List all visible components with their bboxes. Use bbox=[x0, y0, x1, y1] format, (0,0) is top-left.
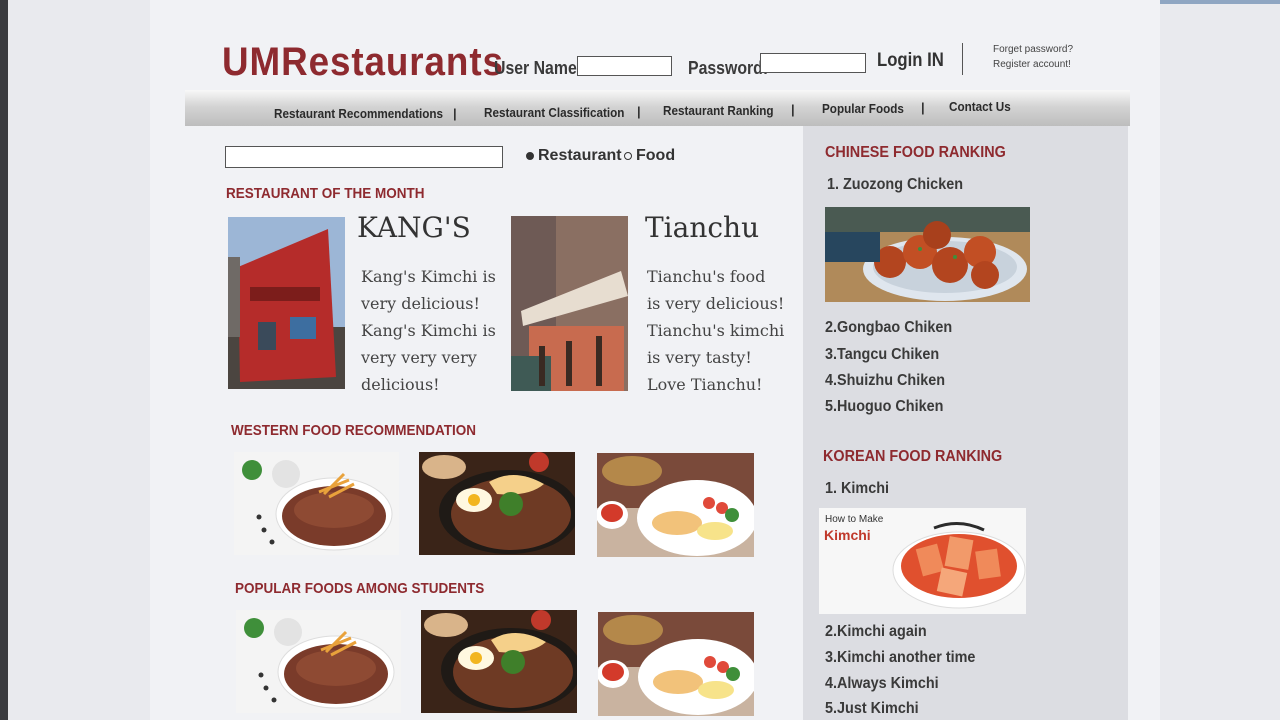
forget-password-link[interactable]: Forget password? bbox=[993, 44, 1073, 55]
radio-restaurant-label: Restaurant bbox=[538, 147, 622, 164]
korean-rank-item[interactable]: 2.Kimchi again bbox=[825, 623, 927, 641]
header-divider bbox=[962, 43, 963, 75]
popular-foods-title: POPULAR FOODS AMONG STUDENTS bbox=[235, 580, 485, 597]
radio-selected-icon[interactable] bbox=[526, 152, 534, 160]
username-label: User Name: bbox=[494, 58, 583, 78]
radio-restaurant[interactable]: Restaurant bbox=[526, 147, 622, 165]
korean-rank-item[interactable]: 3.Kimchi another time bbox=[825, 649, 975, 667]
restaurant-desc-kangs: Kang's Kimchi is very delicious! Kang's … bbox=[361, 263, 496, 398]
nav-restaurant-ranking[interactable]: Restaurant Ranking bbox=[663, 103, 774, 118]
restaurant-name-tianchu[interactable]: Tianchu bbox=[645, 211, 759, 244]
restaurant-of-month-title: RESTAURANT OF THE MONTH bbox=[226, 185, 425, 202]
tianchu-photo[interactable] bbox=[511, 216, 628, 391]
western-food-steak-photo[interactable] bbox=[234, 452, 399, 555]
korean-rank-item[interactable]: 4.Always Kimchi bbox=[825, 675, 939, 693]
chinese-rank-item[interactable]: 3.Tangcu Chiken bbox=[825, 346, 939, 364]
desc-line: is very tasty! bbox=[647, 348, 752, 367]
radio-food-label: Food bbox=[636, 147, 676, 164]
restaurant-name-kangs[interactable]: KANG'S bbox=[357, 211, 471, 244]
nav-restaurant-classification[interactable]: Restaurant Classification bbox=[484, 105, 624, 120]
chinese-rank-item[interactable]: 2.Gongbao Chiken bbox=[825, 319, 952, 337]
popular-food-plate-photo[interactable] bbox=[421, 610, 577, 713]
chinese-ranking-title: CHINESE FOOD RANKING bbox=[825, 144, 1006, 161]
nav-separator: | bbox=[791, 102, 795, 117]
desc-line: Kang's Kimchi is bbox=[361, 267, 496, 286]
korean-rank-item[interactable]: 1. Kimchi bbox=[825, 480, 889, 498]
desc-line: Tianchu's food bbox=[647, 267, 766, 286]
desc-line: Tianchu's kimchi bbox=[647, 321, 785, 340]
popular-food-breakfast-photo[interactable] bbox=[598, 612, 754, 716]
nav-restaurant-recommendations[interactable]: Restaurant Recommendations bbox=[274, 106, 443, 121]
western-food-title: WESTERN FOOD RECOMMENDATION bbox=[231, 422, 476, 439]
nav-popular-foods[interactable]: Popular Foods bbox=[822, 101, 904, 116]
desc-line: very delicious! bbox=[361, 294, 480, 313]
desc-line: is very delicious! bbox=[647, 294, 785, 313]
desc-line: delicious! bbox=[361, 375, 440, 394]
radio-food[interactable]: Food bbox=[624, 147, 675, 165]
desc-line: Kang's Kimchi is bbox=[361, 321, 496, 340]
username-field[interactable] bbox=[577, 56, 672, 76]
nav-separator: | bbox=[453, 106, 457, 121]
nav-contact-us[interactable]: Contact Us bbox=[949, 99, 1011, 114]
site-logo[interactable]: UMRestaurants bbox=[222, 40, 504, 85]
radio-unselected-icon[interactable] bbox=[624, 152, 632, 160]
kimchi-caption-big: Kimchi bbox=[824, 527, 871, 543]
nav-separator: | bbox=[637, 104, 641, 119]
korean-rank-item[interactable]: 5.Just Kimchi bbox=[825, 700, 919, 718]
desc-line: Love Tianchu! bbox=[647, 375, 763, 394]
restaurant-desc-tianchu: Tianchu's food is very delicious! Tianch… bbox=[647, 263, 784, 398]
chinese-rank-item[interactable]: 4.Shuizhu Chiken bbox=[825, 372, 945, 390]
chinese-rank-item[interactable]: 5.Huoguo Chiken bbox=[825, 398, 943, 416]
western-food-plate-photo[interactable] bbox=[419, 452, 575, 555]
register-account-link[interactable]: Register account! bbox=[993, 59, 1071, 70]
monitor-bezel bbox=[0, 0, 8, 720]
kangs-photo[interactable] bbox=[228, 217, 345, 389]
password-field[interactable] bbox=[760, 53, 866, 73]
popular-food-steak-photo[interactable] bbox=[236, 610, 401, 713]
kimchi-photo[interactable]: How to Make Kimchi bbox=[819, 508, 1026, 614]
password-label: Password: bbox=[688, 58, 769, 78]
desc-line: very very very bbox=[361, 348, 477, 367]
nav-separator: | bbox=[921, 100, 925, 115]
search-input[interactable] bbox=[225, 146, 503, 168]
login-button[interactable]: Login IN bbox=[877, 50, 944, 72]
western-food-breakfast-photo[interactable] bbox=[597, 453, 754, 557]
chinese-rank-item[interactable]: 1. Zuozong Chicken bbox=[827, 176, 963, 194]
zuozong-chicken-photo[interactable] bbox=[825, 207, 1030, 302]
korean-ranking-title: KOREAN FOOD RANKING bbox=[823, 448, 1003, 465]
kimchi-caption-small: How to Make bbox=[825, 514, 884, 525]
main-nav: Restaurant Recommendations | Restaurant … bbox=[185, 90, 1130, 126]
